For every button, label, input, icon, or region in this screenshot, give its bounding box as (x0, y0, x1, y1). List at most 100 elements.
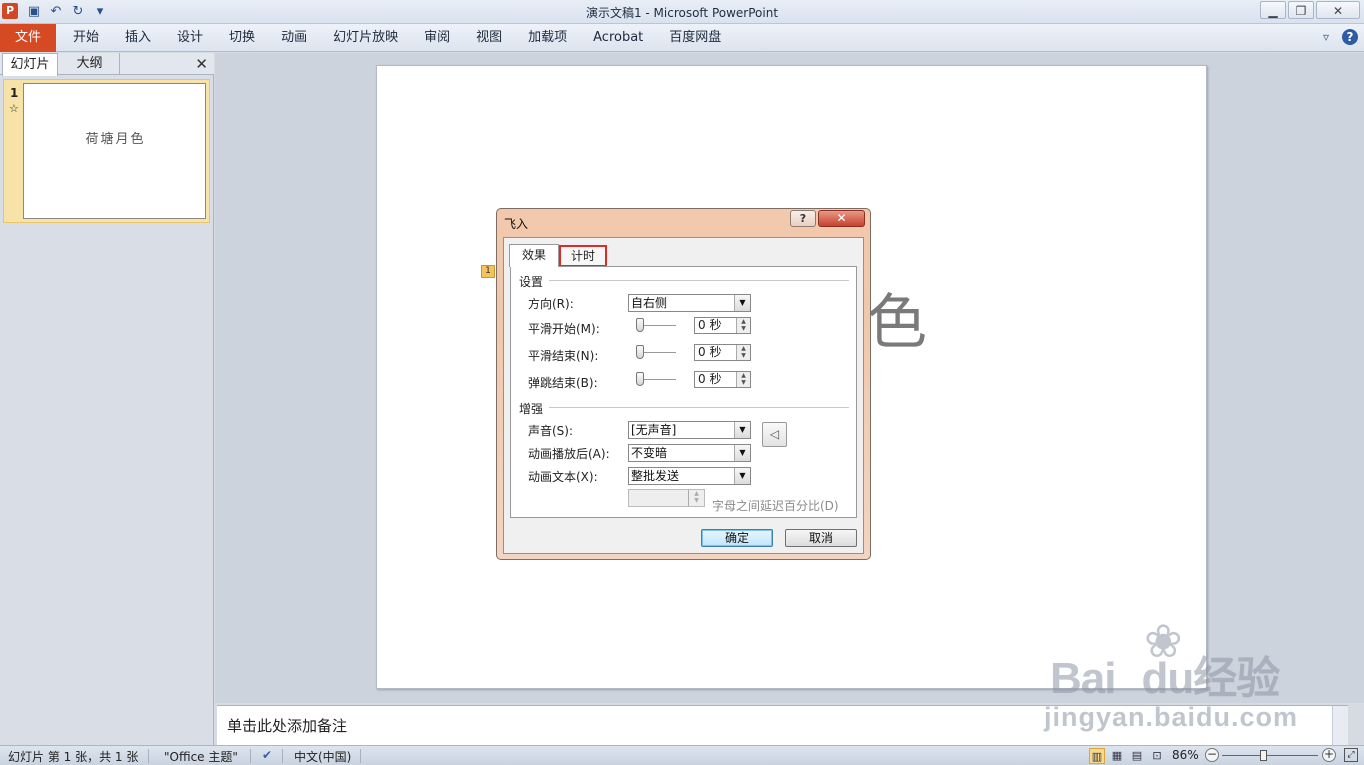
title-bar: P ▣ ↶ ↻ ▾ 演示文稿1 - Microsoft PowerPoint ▁… (0, 0, 1364, 24)
smooth-start-label: 平滑开始(M): (528, 322, 600, 336)
tab-baidu-netdisk[interactable]: 百度网盘 (656, 24, 734, 51)
slide-title-text[interactable]: 色 (867, 274, 927, 361)
bounce-end-slider-thumb[interactable] (636, 372, 644, 386)
animate-text-dropdown[interactable]: 整批发送 ▼ (628, 467, 751, 485)
tab-slides[interactable]: 幻灯片 (2, 53, 58, 76)
chevron-down-icon[interactable]: ▼ (734, 445, 750, 461)
tab-insert[interactable]: 插入 (112, 24, 164, 51)
tab-animations[interactable]: 动画 (268, 24, 320, 51)
zoom-slider-thumb[interactable] (1260, 750, 1267, 761)
status-divider (282, 749, 283, 763)
notes-scrollbar[interactable] (1332, 706, 1348, 746)
minimize-ribbon-icon[interactable]: ▿ (1318, 29, 1334, 45)
view-buttons: ▥ ▦ ▤ ⊡ (1089, 748, 1165, 764)
animation-star-icon: ☆ (9, 102, 19, 115)
smooth-start-spinner[interactable]: 0 秒 ▲ ▼ (694, 317, 751, 334)
direction-label: 方向(R): (528, 297, 574, 311)
window-close-button[interactable]: ✕ (1316, 1, 1360, 19)
letter-delay-label: 字母之间延迟百分比(D) (712, 499, 839, 513)
tab-transitions[interactable]: 切换 (216, 24, 268, 51)
tab-home[interactable]: 开始 (60, 24, 112, 51)
zoom-out-icon[interactable]: − (1205, 748, 1219, 762)
tab-design[interactable]: 设计 (164, 24, 216, 51)
slide-count-status: 幻灯片 第 1 张，共 1 张 (8, 750, 139, 764)
letter-delay-spinner: ▲ ▼ (628, 489, 705, 507)
bounce-end-spinner[interactable]: 0 秒 ▲ ▼ (694, 371, 751, 388)
ok-button[interactable]: 确定 (701, 529, 773, 547)
after-animation-label: 动画播放后(A): (528, 447, 610, 461)
status-divider (360, 749, 361, 763)
dialog-body: 效果 计时 设置 方向(R): 自右侧 ▼ 平滑开始(M): 0 秒 ▲ ▼ 平滑… (503, 237, 864, 554)
minimize-button[interactable]: ▁ (1260, 1, 1286, 19)
thumbnail-title: 荷塘月色 (85, 132, 146, 147)
smooth-end-label: 平滑结束(N): (528, 349, 599, 363)
tab-slideshow[interactable]: 幻灯片放映 (320, 24, 411, 51)
slide-thumbnail[interactable]: 荷塘月色 (23, 83, 206, 219)
chevron-down-icon[interactable]: ▼ (734, 468, 750, 484)
pane-close-icon[interactable]: ✕ (195, 55, 208, 73)
after-animation-dropdown[interactable]: 不变暗 ▼ (628, 444, 751, 462)
spinner-arrows-icon[interactable]: ▲ ▼ (736, 318, 750, 333)
group-divider (549, 280, 849, 281)
zoom-in-icon[interactable]: + (1322, 748, 1336, 762)
zoom-slider-track[interactable] (1222, 755, 1318, 756)
fit-to-window-icon[interactable]: ⤢ (1344, 748, 1358, 762)
spinner-arrows-icon[interactable]: ▲ ▼ (736, 345, 750, 360)
watermark-logo: Bai du经验 (1050, 654, 1280, 703)
direction-dropdown[interactable]: 自右侧 ▼ (628, 294, 751, 312)
slide-number: 1 (10, 86, 19, 100)
enhance-group-label: 增强 (519, 402, 544, 416)
help-icon[interactable]: ? (1342, 29, 1358, 45)
window-title: 演示文稿1 - Microsoft PowerPoint (585, 6, 779, 20)
theme-status[interactable]: "Office 主题" (164, 748, 238, 765)
tab-view[interactable]: 视图 (463, 24, 515, 51)
slide-thumbnail-item[interactable]: 1 ☆ 荷塘月色 (3, 79, 210, 223)
status-divider (250, 749, 251, 763)
language-status[interactable]: 中文(中国) (294, 748, 351, 765)
zoom-level[interactable]: 86% (1172, 748, 1199, 762)
chevron-down-icon[interactable]: ▼ (734, 295, 750, 311)
spellcheck-icon[interactable]: ✔ (262, 748, 272, 762)
after-animation-value: 不变暗 (631, 446, 668, 460)
fly-in-effect-dialog: 飞入 ? ✕ 效果 计时 设置 方向(R): 自右侧 ▼ 平滑开始(M): 0 … (496, 208, 871, 560)
tab-review[interactable]: 审阅 (411, 24, 463, 51)
animate-text-label: 动画文本(X): (528, 470, 598, 484)
slide-sorter-view-icon[interactable]: ▦ (1109, 748, 1125, 764)
restore-button[interactable]: ❐ (1288, 1, 1314, 19)
notes-placeholder[interactable]: 单击此处添加备注 (227, 715, 347, 736)
normal-view-icon[interactable]: ▥ (1089, 748, 1105, 764)
bounce-end-value: 0 秒 (698, 372, 722, 386)
status-bar: 幻灯片 第 1 张，共 1 张 "Office 主题" ✔ 中文(中国) ▥ ▦… (0, 745, 1364, 765)
slideshow-view-icon[interactable]: ⊡ (1149, 748, 1165, 764)
tab-acrobat[interactable]: Acrobat (580, 24, 656, 51)
bounce-end-label: 弹跳结束(B): (528, 376, 598, 390)
animation-order-badge[interactable]: 1 (481, 265, 495, 278)
spinner-arrows-icon[interactable]: ▲ ▼ (736, 372, 750, 387)
direction-value: 自右侧 (631, 296, 668, 310)
smooth-end-slider-thumb[interactable] (636, 345, 644, 359)
sound-dropdown[interactable]: [无声音] ▼ (628, 421, 751, 439)
settings-group-label: 设置 (519, 275, 544, 289)
tab-file[interactable]: 文件 (0, 24, 56, 52)
tab-addins[interactable]: 加载项 (515, 24, 580, 51)
animate-text-value: 整批发送 (631, 469, 680, 483)
tab-outline[interactable]: 大纲 (60, 53, 120, 75)
smooth-start-value: 0 秒 (698, 318, 722, 332)
group-divider (549, 407, 849, 408)
tab-effect[interactable]: 效果 (509, 244, 559, 267)
ribbon-right-icons: ▿ ? (1318, 29, 1358, 45)
smooth-end-value: 0 秒 (698, 345, 722, 359)
dialog-title: 飞入 (504, 217, 529, 231)
dialog-help-button[interactable]: ? (790, 210, 816, 227)
smooth-start-slider-thumb[interactable] (636, 318, 644, 332)
chevron-down-icon[interactable]: ▼ (734, 422, 750, 438)
reading-view-icon[interactable]: ▤ (1129, 748, 1145, 764)
effect-tab-panel: 设置 方向(R): 自右侧 ▼ 平滑开始(M): 0 秒 ▲ ▼ 平滑结束(N):… (510, 266, 857, 518)
sound-value: [无声音] (631, 423, 677, 437)
speaker-icon[interactable]: ◁ (762, 422, 787, 447)
cancel-button[interactable]: 取消 (785, 529, 857, 547)
dialog-close-button[interactable]: ✕ (818, 210, 865, 227)
slides-pane: 幻灯片 大纲 ✕ 1 ☆ 荷塘月色 (0, 53, 214, 745)
tab-timing[interactable]: 计时 (559, 245, 607, 267)
smooth-end-spinner[interactable]: 0 秒 ▲ ▼ (694, 344, 751, 361)
